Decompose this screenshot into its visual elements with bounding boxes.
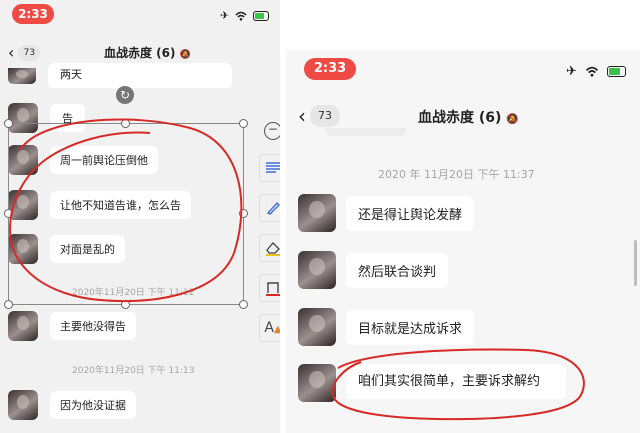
back-button[interactable]: ‹ 73 (8, 43, 41, 62)
chevron-left-icon: ‹ (8, 43, 15, 62)
pen-icon (266, 201, 280, 215)
avatar (8, 390, 38, 420)
avatar (298, 251, 336, 289)
message-bubble[interactable]: 目标就是达成诉求 (346, 309, 475, 345)
resize-handle[interactable] (4, 119, 13, 128)
status-icons: ✈ (566, 64, 626, 79)
battery-icon (253, 10, 270, 21)
wifi-icon (235, 11, 247, 21)
wifi-icon (585, 66, 599, 77)
text-lines-icon (266, 162, 280, 173)
timestamp: 2020 年 11月20日 下午 11:37 (378, 168, 535, 181)
bell-mute-icon: 🔕 (179, 50, 191, 60)
avatar (298, 194, 336, 232)
message-bubble[interactable]: 然后联合谈判 (346, 252, 449, 288)
message-row: 主要他没得告 (8, 311, 136, 341)
airplane-icon: ✈ (220, 9, 230, 22)
resize-handle[interactable] (4, 300, 13, 309)
chevron-left-icon: ‹ (298, 104, 306, 128)
top-whitespace (286, 0, 640, 50)
message-row: 然后联合谈判 (298, 251, 449, 289)
status-icons: ✈ (220, 9, 270, 22)
resize-handle[interactable] (239, 119, 248, 128)
message-row: 两天 (8, 63, 232, 88)
resize-handle[interactable] (121, 300, 130, 309)
message-bubble[interactable]: 因为他没证据 (50, 391, 136, 419)
avatar (8, 67, 36, 84)
message-bubble[interactable]: 主要他没得告 (50, 312, 136, 340)
rotate-handle[interactable]: ↻ (116, 86, 134, 104)
chat-title: 血战赤度 (6) 🔕 (418, 110, 519, 126)
avatar (8, 311, 38, 341)
status-time-pill: 2:33 (304, 58, 356, 80)
eraser-icon (266, 242, 280, 256)
right-screenshot: 2:33 ✈ ‹ 73 血战赤度 (6) 🔕 2020 年 11月20日 下午 … (286, 0, 640, 433)
airplane-icon: ✈ (566, 64, 577, 79)
battery-icon (606, 66, 626, 77)
avatar (298, 308, 336, 346)
bell-mute-icon: 🔕 (506, 114, 519, 125)
resize-handle[interactable] (239, 300, 248, 309)
timestamp: 2020年11月20日 下午 11:13 (72, 366, 195, 376)
message-row: 因为他没证据 (8, 390, 136, 420)
message-bubble[interactable]: 咱们其实很简单，主要诉求解约 (346, 364, 566, 399)
resize-handle[interactable] (4, 209, 13, 218)
frame-icon (266, 282, 280, 296)
back-button[interactable]: ‹ 73 (298, 104, 340, 128)
message-row: 咱们其实很简单，主要诉求解约 (298, 364, 566, 402)
message-row: 目标就是达成诉求 (298, 308, 475, 346)
resize-handle[interactable] (121, 119, 130, 128)
status-time-pill: 2:33 (12, 4, 54, 24)
message-row: 还是得让舆论发酵 (298, 194, 475, 232)
left-screenshot: 2:33 ✈ ‹ 73 血战赤度 (6) 🔕 两天 告 周一前舆论压倒他 让他不… (0, 0, 280, 433)
resize-handle[interactable] (239, 209, 248, 218)
scrollbar[interactable] (634, 240, 637, 286)
message-bubble[interactable]: 还是得让舆论发酵 (346, 195, 475, 231)
partial-bubble (326, 128, 406, 136)
message-bubble[interactable]: 两天 (48, 63, 232, 88)
selection-box[interactable] (8, 123, 244, 305)
unread-count-badge: 73 (18, 44, 41, 61)
unread-count-badge: 73 (310, 105, 340, 127)
avatar (298, 364, 336, 402)
chat-title: 血战赤度 (6) 🔕 (104, 46, 191, 60)
